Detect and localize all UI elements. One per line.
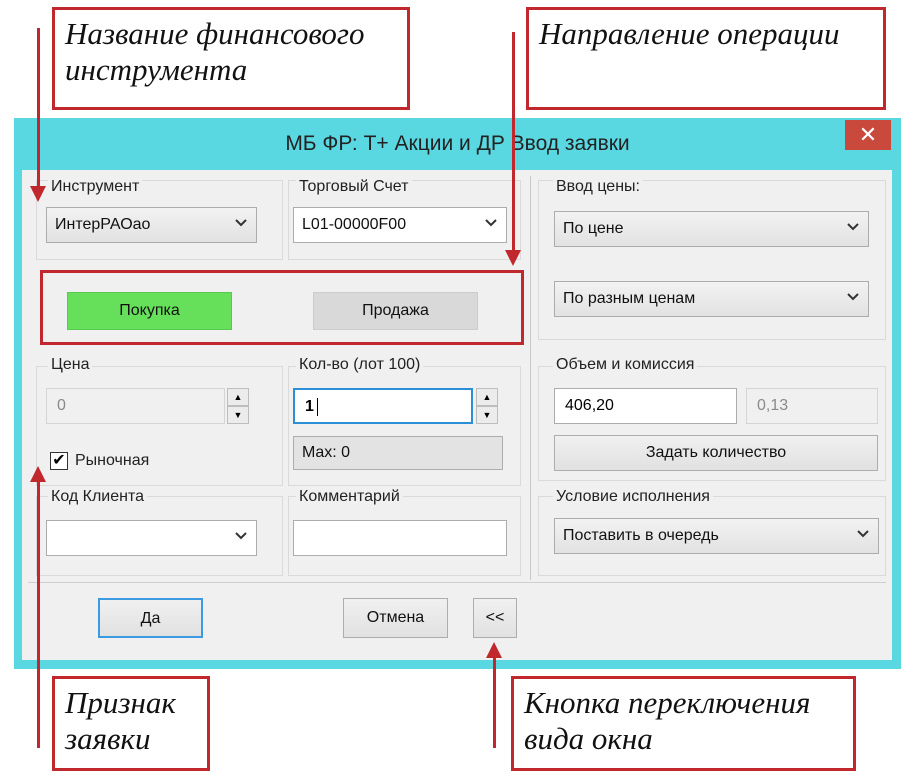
arrow-toggle-head	[486, 642, 502, 658]
callout-toggle-line2: вида окна	[524, 721, 653, 756]
account-label: Торговый Счет	[296, 178, 412, 196]
volume-input[interactable]: 406,20	[554, 388, 737, 424]
arrow-instrument-line	[37, 28, 40, 188]
callout-sign: Признак заявки	[52, 676, 210, 771]
account-select[interactable]: L01-00000F00	[293, 207, 507, 243]
arrow-direction-head	[505, 250, 521, 266]
arrow-direction-line	[512, 32, 515, 252]
arrow-sign-head	[30, 466, 46, 482]
chevron-down-icon	[485, 219, 497, 227]
comment-label: Комментарий	[296, 488, 403, 506]
chevron-down-icon	[847, 223, 859, 231]
callout-instrument-name-line2: инструмента	[65, 52, 248, 87]
price-label: Цена	[48, 356, 93, 374]
max-label: Max: 0	[302, 444, 351, 461]
callout-toggle-line1: Кнопка переключения	[524, 685, 811, 720]
price-type-value: По разным ценам	[563, 290, 696, 307]
toggle-view-button[interactable]: <<	[473, 598, 517, 638]
chevron-down-icon	[847, 293, 859, 301]
price-up-icon[interactable]: ▲	[227, 388, 249, 406]
set-quantity-button[interactable]: Задать количество	[554, 435, 878, 471]
close-button[interactable]: ✕	[845, 120, 891, 150]
cancel-button[interactable]: Отмена	[343, 598, 448, 638]
quantity-spinner[interactable]: ▲ ▼	[476, 388, 498, 424]
execution-value: Поставить в очередь	[563, 527, 719, 544]
quantity-down-icon[interactable]: ▼	[476, 406, 498, 424]
column-separator	[530, 176, 531, 580]
commission-input: 0,13	[746, 388, 878, 424]
arrow-instrument-head	[30, 186, 46, 202]
price-input[interactable]: 0	[46, 388, 225, 424]
callout-direction: Направление операции	[526, 7, 886, 110]
quantity-input[interactable]: 1	[293, 388, 473, 424]
market-checkbox[interactable]: ✔	[50, 452, 68, 470]
quantity-label: Кол-во (лот 100)	[296, 356, 424, 374]
sell-button[interactable]: Продажа	[313, 292, 478, 330]
title-bar[interactable]: МБ ФР: Т+ Акции и ДР Ввод заявки ✕	[14, 118, 901, 170]
buy-label: Покупка	[119, 302, 180, 319]
price-down-icon[interactable]: ▼	[227, 406, 249, 424]
execution-label: Условие исполнения	[553, 488, 713, 506]
instrument-select[interactable]: ИнтерРАОао	[46, 207, 257, 243]
ok-label: Да	[140, 610, 161, 627]
price-mode-select[interactable]: По цене	[554, 211, 869, 247]
callout-toggle: Кнопка переключения вида окна	[511, 676, 856, 771]
chevron-down-icon	[235, 532, 247, 540]
instrument-value: ИнтерРАОао	[55, 216, 151, 233]
quantity-up-icon[interactable]: ▲	[476, 388, 498, 406]
commission-value: 0,13	[757, 397, 789, 414]
price-group	[36, 366, 283, 486]
order-entry-window: МБ ФР: Т+ Акции и ДР Ввод заявки ✕ Инстр…	[14, 118, 901, 669]
callout-instrument-name-line1: Название финансового	[65, 16, 365, 51]
client-code-select[interactable]	[46, 520, 257, 556]
cancel-label: Отмена	[366, 609, 425, 626]
price-value: 0	[57, 397, 66, 414]
callout-sign-line2: заявки	[65, 721, 151, 756]
arrow-sign-line	[37, 480, 40, 748]
window-title: МБ ФР: Т+ Акции и ДР Ввод заявки	[285, 132, 630, 155]
volume-label: Объем и комиссия	[553, 356, 698, 374]
quantity-value: 1	[305, 398, 314, 415]
dialog-client-area: Инструмент ИнтерРАОао Торговый Счет L01-…	[22, 170, 892, 660]
chevron-down-icon	[857, 530, 869, 538]
account-value: L01-00000F00	[302, 216, 407, 233]
price-spinner[interactable]: ▲ ▼	[227, 388, 249, 424]
volume-value: 406,20	[565, 397, 614, 414]
bottom-separator	[28, 582, 886, 583]
close-icon: ✕	[858, 122, 878, 147]
client-code-label: Код Клиента	[48, 488, 148, 506]
buy-button[interactable]: Покупка	[67, 292, 232, 330]
market-label: Рыночная	[75, 452, 150, 469]
comment-input[interactable]	[293, 520, 507, 556]
sell-label: Продажа	[362, 302, 429, 319]
instrument-label: Инструмент	[48, 178, 143, 196]
callout-instrument-name: Название финансового инструмента	[52, 7, 410, 110]
toggle-view-label: <<	[485, 609, 505, 626]
callout-sign-line1: Признак	[65, 685, 176, 720]
set-quantity-label: Задать количество	[645, 444, 787, 461]
text-cursor	[317, 398, 318, 416]
arrow-toggle-line	[493, 656, 496, 748]
price-mode-label: Ввод цены:	[553, 178, 643, 196]
ok-button[interactable]: Да	[98, 598, 203, 638]
price-mode-value: По цене	[563, 220, 624, 237]
chevron-down-icon	[235, 219, 247, 227]
price-type-select[interactable]: По разным ценам	[554, 281, 869, 317]
callout-direction-text: Направление операции	[539, 16, 840, 51]
max-quantity-button[interactable]: Max: 0	[293, 436, 503, 470]
execution-select[interactable]: Поставить в очередь	[554, 518, 879, 554]
